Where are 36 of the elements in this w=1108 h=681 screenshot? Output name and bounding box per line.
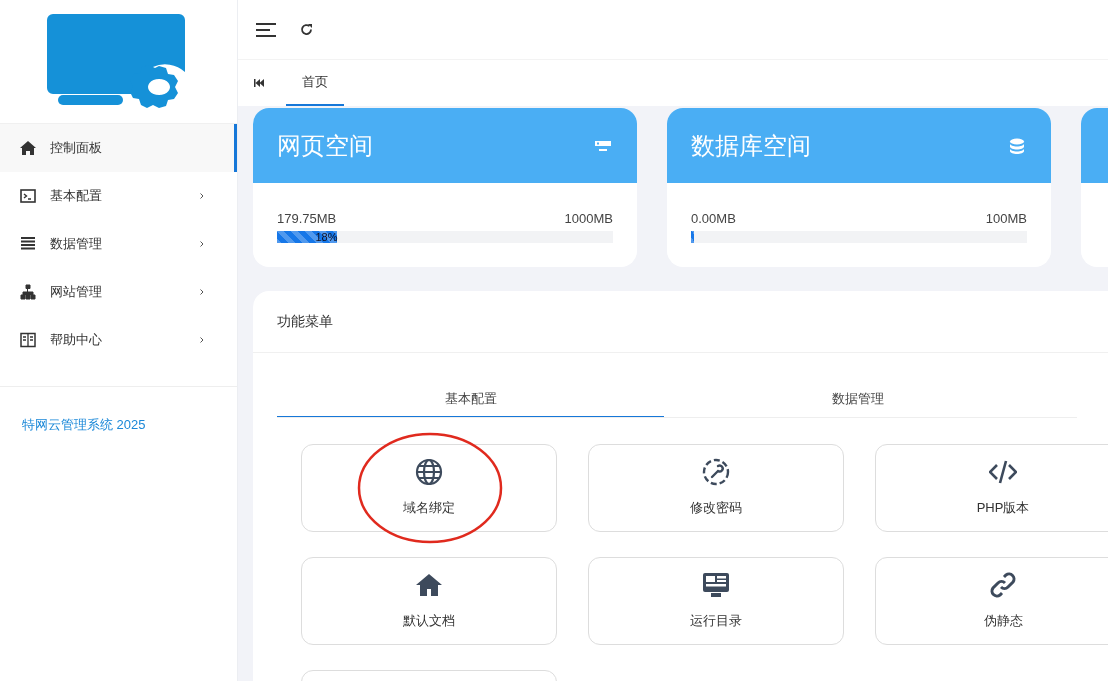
total-value: 100MB (985, 210, 1027, 228)
copyright-text: 特网云管理系统 2025 (0, 386, 237, 463)
terminal-icon (20, 188, 36, 204)
menu-tile[interactable]: 域名绑定 (301, 444, 557, 532)
wrench-circle-icon (702, 458, 730, 487)
monitor-icon (702, 571, 730, 600)
link-icon (989, 571, 1017, 600)
menu-tile[interactable]: 默认文档 (301, 557, 557, 645)
panel-title: 功能菜单 (253, 291, 1108, 353)
sidebar-item[interactable]: 帮助中心 (0, 316, 237, 364)
menu-tile[interactable]: 运行目录 (588, 557, 844, 645)
sidebar-item[interactable]: 数据管理 (0, 220, 237, 268)
rewind-icon[interactable] (254, 79, 264, 87)
menu-tile[interactable]: 伪静态 (875, 557, 1108, 645)
list-icon (20, 236, 36, 252)
globe-icon (415, 458, 443, 487)
menu-tile[interactable]: 修改密码 (588, 444, 844, 532)
used-value: 179.75MB (277, 210, 337, 228)
sidebar-item[interactable]: 网站管理 (0, 268, 237, 316)
menu-tab[interactable]: 数据管理 (664, 381, 1051, 417)
card-title: 网页空间 (277, 130, 373, 161)
home-icon (20, 140, 36, 156)
page-tab[interactable]: 首页 (286, 60, 344, 106)
sidebar-item[interactable]: 控制面板 (0, 124, 237, 172)
menu-icon[interactable] (256, 22, 276, 37)
sidebar-item[interactable]: 基本配置 (0, 172, 237, 220)
menu-tile[interactable]: PHP版本 (875, 444, 1108, 532)
menu-tab[interactable]: 基本配置 (277, 381, 664, 417)
database-icon (1009, 137, 1025, 154)
card-title: 数据库空间 (691, 130, 811, 161)
sitemap-icon (20, 284, 36, 300)
refresh-icon[interactable] (300, 23, 313, 36)
progress-fill: 18% (277, 230, 338, 243)
used-value: 0.00MB (691, 210, 736, 228)
total-value: 1000MB (564, 210, 613, 228)
book-icon (20, 332, 36, 348)
